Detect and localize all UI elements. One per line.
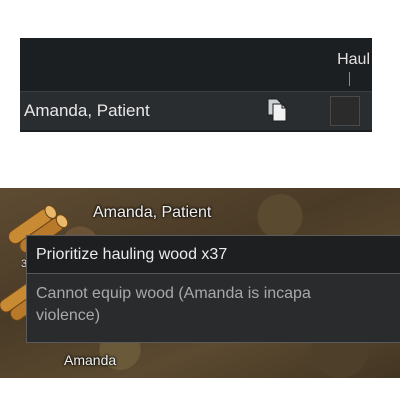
menu-item-cannot-equip-label: Cannot equip wood (Amanda is incapa viol… [36,285,311,324]
pawn-name[interactable]: Amanda, Patient [24,101,150,121]
pawn-map-label-top: Amanda, Patient [93,204,212,221]
context-menu: Prioritize hauling wood x37 Cannot equip… [26,235,400,343]
haul-column-tick [349,72,350,86]
pawn-map-label-bottom: Amanda [64,352,117,368]
map-view[interactable]: 3 Amanda, Patient Prioritize hauling woo… [0,188,400,378]
copy-paste-icon[interactable] [266,97,288,123]
work-tab-panel: Haul Amanda, Patient [20,38,372,132]
menu-item-cannot-equip: Cannot equip wood (Amanda is incapa viol… [27,274,400,342]
haul-priority-checkbox[interactable] [330,96,360,126]
menu-item-prioritize-label: Prioritize hauling wood x37 [36,246,228,263]
pawn-row: Amanda, Patient [20,91,372,130]
work-tab-header: Haul [20,38,372,91]
menu-item-prioritize-hauling[interactable]: Prioritize hauling wood x37 [27,236,400,274]
haul-column-header[interactable]: Haul [337,51,370,69]
